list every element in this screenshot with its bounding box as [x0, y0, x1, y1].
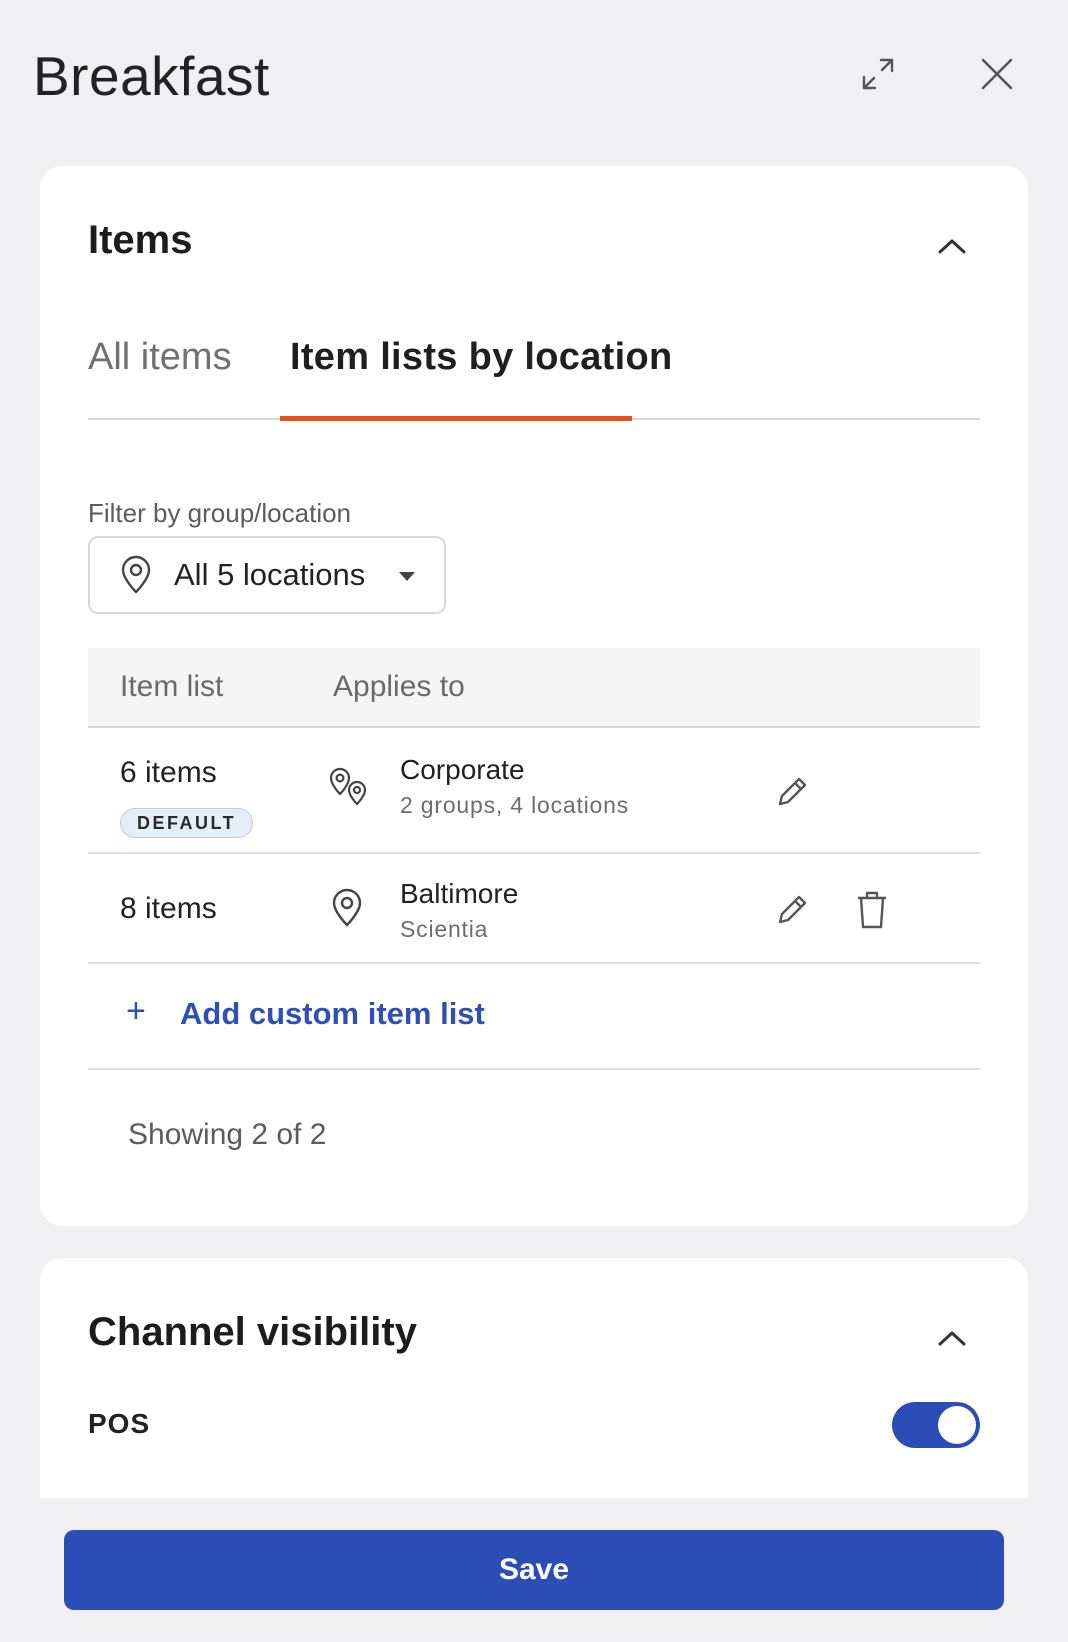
save-bar: Save — [0, 1498, 1068, 1642]
item-lists-table: Item list Applies to 6 items DEFAULT Cor… — [88, 648, 980, 1070]
pencil-icon — [778, 777, 807, 806]
add-custom-item-list-label: Add custom item list — [180, 996, 485, 1031]
location-pin-icon — [332, 888, 362, 927]
column-header-applies-to: Applies to — [333, 670, 465, 703]
expand-button[interactable] — [856, 52, 900, 96]
pencil-icon — [778, 895, 807, 924]
applies-to-name: Baltimore — [400, 878, 519, 909]
chevron-up-icon — [938, 239, 966, 254]
item-count: 8 items — [120, 892, 217, 925]
page-title: Breakfast — [33, 45, 270, 107]
close-icon — [981, 58, 1013, 90]
edit-button[interactable] — [770, 770, 814, 814]
toggle-knob — [938, 1406, 976, 1444]
location-filter-select[interactable]: All 5 locations — [88, 536, 446, 614]
filter-label: Filter by group/location — [88, 498, 352, 528]
pos-label: POS — [88, 1408, 151, 1439]
applies-to-details: 2 groups, 4 locations — [400, 792, 630, 818]
applies-to-details: Scientia — [400, 916, 489, 942]
column-header-item-list: Item list — [120, 670, 224, 703]
edit-button[interactable] — [770, 888, 814, 932]
plus-icon: + — [126, 992, 146, 1030]
save-button[interactable]: Save — [64, 1530, 1004, 1610]
pagination-status: Showing 2 of 2 — [128, 1118, 327, 1151]
item-count: 6 items — [120, 756, 217, 789]
expand-icon — [862, 58, 894, 90]
panel-header: Breakfast — [0, 0, 1068, 150]
multi-location-icon — [329, 767, 367, 806]
pos-toggle[interactable] — [892, 1402, 980, 1448]
tab-all-items[interactable]: All items — [88, 336, 232, 420]
tab-item-lists-by-location[interactable]: Item lists by location — [290, 336, 672, 420]
filter-value: All 5 locations — [174, 557, 366, 592]
channel-visibility-card: Channel visibility POS — [40, 1258, 1028, 1498]
items-section-title: Items — [88, 218, 193, 262]
table-header: Item list Applies to — [88, 648, 980, 728]
trash-icon — [858, 891, 886, 929]
chevron-up-icon — [938, 1331, 966, 1346]
applies-to-name: Corporate — [400, 754, 525, 785]
table-row: 6 items DEFAULT Corporate 2 groups, 4 lo… — [88, 728, 980, 854]
add-custom-item-list-button[interactable]: + Add custom item list — [88, 964, 980, 1070]
default-badge: DEFAULT — [120, 808, 254, 838]
location-pin-icon — [121, 555, 151, 594]
items-tabs: All items Item lists by location — [88, 336, 980, 420]
delete-button[interactable] — [850, 888, 894, 932]
channel-collapse-button[interactable] — [932, 1318, 972, 1358]
close-button[interactable] — [975, 52, 1019, 96]
caret-down-icon — [399, 572, 415, 581]
table-row: 8 items Baltimore Scientia — [88, 854, 980, 964]
items-card: Items All items Item lists by location F… — [40, 166, 1028, 1226]
active-tab-indicator — [280, 416, 632, 421]
channel-visibility-title: Channel visibility — [88, 1310, 417, 1354]
items-collapse-button[interactable] — [932, 226, 972, 266]
